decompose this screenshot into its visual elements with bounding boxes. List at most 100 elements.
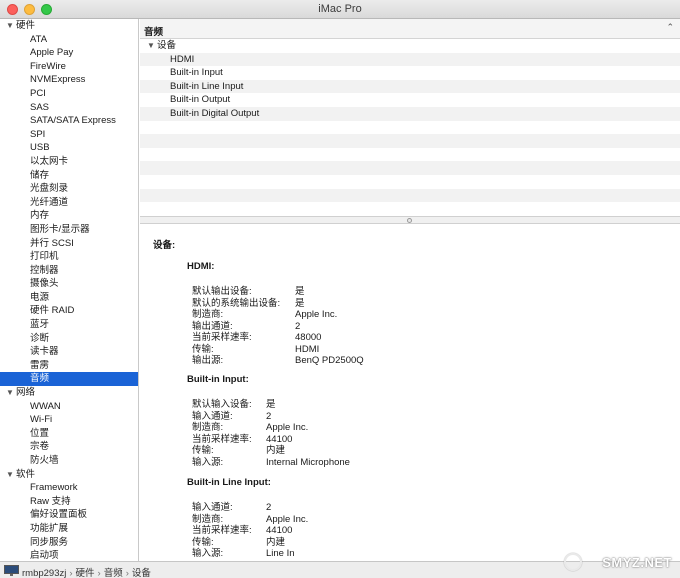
detail-section-heading: HDMI:	[187, 261, 215, 272]
sidebar-item[interactable]: 储存	[0, 169, 138, 183]
sidebar-item[interactable]: FireWire	[0, 60, 138, 74]
device-list-item[interactable]: Built-in Output	[140, 93, 680, 107]
breadcrumb-segment[interactable]: 设备	[132, 568, 151, 578]
breadcrumb-separator: ›	[97, 568, 101, 578]
property-key: 输出通道:	[192, 320, 233, 332]
property-row: 默认输出设备: 是	[192, 286, 667, 298]
sidebar-item[interactable]: 启动项	[0, 549, 138, 561]
sidebar-item[interactable]: 内存	[0, 209, 138, 223]
empty-list-row	[140, 188, 680, 203]
detail-pane: 设备: HDMI: 默认输出设备: 是默认的系统输出设备: 是制造商: Apple In…	[140, 224, 680, 561]
property-value: 是	[295, 286, 305, 297]
property-row: 输出源: BenQ PD2500Q	[192, 355, 667, 367]
property-key: 输入通道:	[192, 502, 233, 513]
device-list-item[interactable]: Built-in Line Input	[140, 79, 680, 94]
sidebar-item[interactable]: PCI	[0, 87, 138, 101]
splitter-handle-icon[interactable]	[407, 218, 412, 223]
breadcrumb-segment[interactable]: 音频	[104, 568, 123, 578]
sort-chevron-icon[interactable]: ⌃	[666, 22, 674, 33]
window-title: iMac Pro	[318, 3, 362, 15]
sidebar-item[interactable]: ATA	[0, 33, 138, 47]
sidebar-group[interactable]: ▼ 软件	[0, 468, 138, 482]
detail-properties: 默认输入设备: 是输入通道: 2 制造商: Apple Inc. 当前采样速率: 44100…	[192, 399, 667, 468]
sidebar-item[interactable]: 偏好设置面板	[0, 508, 138, 522]
sidebar-item[interactable]: 图形卡/显示器	[0, 223, 138, 237]
sidebar-item[interactable]: 诊断	[0, 332, 138, 346]
sidebar-item[interactable]: 电源	[0, 291, 138, 305]
sidebar-group-label: 硬件	[16, 20, 36, 31]
sidebar-item[interactable]: Apple Pay	[0, 46, 138, 60]
disclosure-triangle-icon[interactable]: ▼	[6, 386, 16, 400]
sidebar-item[interactable]: 位置	[0, 427, 138, 441]
sidebar-item[interactable]: SAS	[0, 101, 138, 115]
sidebar-item[interactable]: SATA/SATA Express	[0, 114, 138, 128]
property-key: 输入通道:	[192, 410, 233, 422]
sidebar-item[interactable]: 防火墙	[0, 454, 138, 468]
empty-list-row	[140, 175, 680, 189]
pane-splitter[interactable]	[140, 216, 680, 224]
device-list-item[interactable]: HDMI	[140, 52, 680, 67]
detail-title: 设备:	[153, 240, 176, 251]
property-row: 输入通道: 2	[192, 502, 667, 514]
sidebar-group[interactable]: ▼ 硬件	[0, 19, 138, 33]
sidebar-item[interactable]: Framework	[0, 481, 138, 495]
property-value: 内建	[266, 536, 286, 548]
disclosure-triangle-icon[interactable]: ▼	[6, 19, 16, 33]
column-header[interactable]: 音频 ⌃	[140, 19, 680, 39]
property-row: 输入源: Line In	[192, 548, 667, 560]
device-list-item[interactable]: Built-in Digital Output	[140, 106, 680, 121]
detail-section-heading: Built-in Line Input:	[187, 477, 271, 488]
sidebar-item[interactable]: 读卡器	[0, 345, 138, 359]
sidebar-item[interactable]: 并行 SCSI	[0, 237, 138, 251]
sidebar-item[interactable]: 硬件 RAID	[0, 304, 138, 318]
property-value: 内建	[266, 445, 286, 456]
device-list-item[interactable]: Built-in Input	[140, 66, 680, 80]
detail-properties: 默认输出设备: 是默认的系统输出设备: 是制造商: Apple Inc. 输出通道: 2 当…	[192, 286, 667, 367]
property-key: 默认输出设备:	[192, 286, 252, 297]
sidebar-item[interactable]: 功能扩展	[0, 522, 138, 536]
sidebar-item[interactable]: 同步服务	[0, 536, 138, 550]
device-group-row[interactable]: ▼ 设备	[140, 39, 680, 53]
property-value: 是	[295, 297, 305, 309]
sidebar-item[interactable]: 控制器	[0, 264, 138, 278]
disclosure-triangle-icon[interactable]: ▼	[147, 39, 157, 53]
column-header-label: 音频	[144, 27, 164, 38]
sidebar-item[interactable]: 宗卷	[0, 440, 138, 454]
sidebar-item[interactable]: NVMExpress	[0, 73, 138, 87]
sidebar-item[interactable]: Wi-Fi	[0, 413, 138, 427]
sidebar-group-label: 软件	[16, 468, 36, 480]
breadcrumb-separator: ›	[69, 568, 73, 578]
property-value: HDMI	[295, 343, 320, 355]
sidebar-item[interactable]: 光盘刻录	[0, 182, 138, 196]
sidebar: ▼ 硬件 ATA Apple Pay FireWire NVMExpress PCI SAS S…	[0, 19, 139, 561]
sidebar-item[interactable]: 光纤通道	[0, 196, 138, 210]
sidebar-item[interactable]: 音频	[0, 372, 138, 387]
property-value: 是	[266, 399, 276, 410]
property-key: 传输:	[192, 343, 214, 355]
sidebar-item[interactable]: 打印机	[0, 250, 138, 264]
sidebar-item[interactable]: SPI	[0, 128, 138, 142]
sidebar-item[interactable]: 蓝牙	[0, 318, 138, 332]
sidebar-item[interactable]: 雷雳	[0, 359, 138, 373]
property-key: 输入源:	[192, 456, 224, 468]
property-key: 制造商:	[192, 309, 224, 320]
breadcrumb-segment[interactable]: rmbp293zj	[22, 568, 66, 578]
sidebar-item[interactable]: 摄像头	[0, 277, 138, 291]
property-key: 制造商:	[192, 422, 224, 433]
sidebar-item[interactable]: Raw 支持	[0, 495, 138, 509]
property-key: 传输:	[192, 536, 214, 548]
empty-list-row	[140, 161, 680, 175]
disclosure-triangle-icon[interactable]: ▼	[6, 468, 16, 482]
sidebar-group[interactable]: ▼ 网络	[0, 386, 138, 400]
breadcrumb-segment[interactable]: 硬件	[76, 568, 95, 578]
sidebar-item[interactable]: WWAN	[0, 400, 138, 414]
property-row: 传输: 内建	[192, 537, 667, 549]
sidebar-item[interactable]: 以太网卡	[0, 155, 138, 169]
property-row: 制造商: Apple Inc.	[192, 422, 667, 434]
property-key: 当前采样速率:	[192, 433, 252, 445]
sidebar-item[interactable]: USB	[0, 141, 138, 155]
computer-icon	[4, 565, 19, 576]
property-row: 制造商: Apple Inc.	[192, 309, 667, 321]
property-value: Apple Inc.	[266, 422, 309, 433]
breadcrumb: rmbp293zj › 硬件 › 音频 › 设备	[22, 565, 151, 578]
